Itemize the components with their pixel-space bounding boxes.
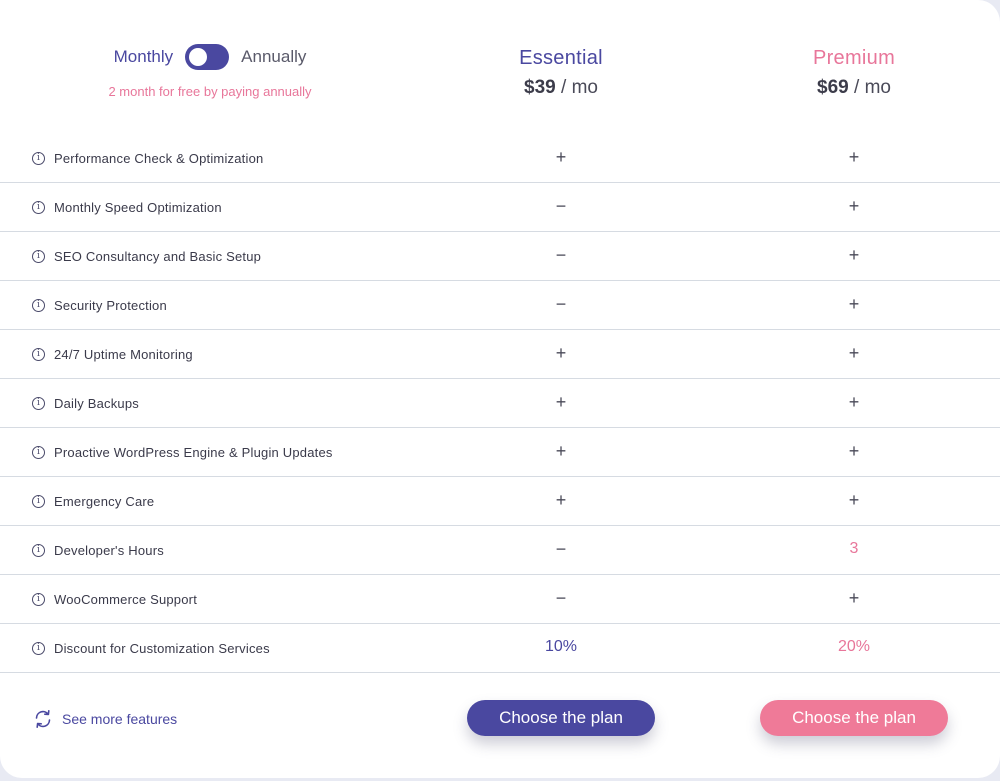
billing-toggle[interactable] xyxy=(185,44,230,70)
premium-value: + xyxy=(848,490,860,510)
price-amount: $69 xyxy=(817,77,849,98)
feature-label: Proactive WordPress Engine & Plugin Upda… xyxy=(54,445,333,460)
feature-label: Developer's Hours xyxy=(54,543,164,558)
plan-name: Premium xyxy=(812,47,896,69)
info-icon[interactable]: i xyxy=(32,446,45,459)
table-row: i Proactive WordPress Engine & Plugin Up… xyxy=(0,428,1000,477)
essential-value: + xyxy=(555,490,567,510)
see-more-features-link[interactable]: See more features xyxy=(33,709,177,729)
refresh-icon xyxy=(33,709,53,729)
essential-value: 10% xyxy=(544,638,578,655)
choose-essential-button[interactable]: Choose the plan xyxy=(467,700,655,736)
premium-value: + xyxy=(848,294,860,314)
plan-header-premium: Premium $69 / mo xyxy=(744,47,964,99)
plan-name: Essential xyxy=(519,47,603,69)
info-icon[interactable]: i xyxy=(32,495,45,508)
table-row: i Performance Check & Optimization + + xyxy=(0,134,1000,183)
table-row: i Discount for Customization Services 10… xyxy=(0,624,1000,673)
toggle-knob xyxy=(189,48,208,66)
billing-toggle-row: Monthly Annually xyxy=(80,44,340,70)
see-more-label: See more features xyxy=(62,711,178,727)
feature-label: Emergency Care xyxy=(54,494,155,509)
feature-label: Performance Check & Optimization xyxy=(54,151,264,166)
pricing-card: Monthly Annually 2 month for free by pay… xyxy=(0,0,1000,778)
feature-label: Monthly Speed Optimization xyxy=(54,200,222,215)
plan-price: $69 / mo xyxy=(744,77,964,99)
essential-value: − xyxy=(555,588,567,608)
feature-table: i Performance Check & Optimization + + i… xyxy=(0,134,1000,673)
table-row: i SEO Consultancy and Basic Setup − + xyxy=(0,232,1000,281)
feature-label: Daily Backups xyxy=(54,396,139,411)
price-amount: $39 xyxy=(524,77,556,98)
table-row: i 24/7 Uptime Monitoring + + xyxy=(0,330,1000,379)
monthly-label[interactable]: Monthly xyxy=(114,47,174,67)
info-icon[interactable]: i xyxy=(32,544,45,557)
info-icon[interactable]: i xyxy=(32,348,45,361)
info-icon[interactable]: i xyxy=(32,250,45,263)
premium-value: + xyxy=(848,392,860,412)
table-row: i Monthly Speed Optimization − + xyxy=(0,183,1000,232)
plan-header-essential: Essential $39 / mo xyxy=(451,47,671,99)
essential-value: − xyxy=(555,539,567,559)
choose-premium-button[interactable]: Choose the plan xyxy=(760,700,948,736)
premium-value: + xyxy=(848,588,860,608)
annually-label[interactable]: Annually xyxy=(241,47,306,67)
table-row: i Daily Backups + + xyxy=(0,379,1000,428)
table-row: i WooCommerce Support − + xyxy=(0,575,1000,624)
essential-value: − xyxy=(555,196,567,216)
table-row: i Emergency Care + + xyxy=(0,477,1000,526)
essential-value: + xyxy=(555,147,567,167)
table-row: i Security Protection − + xyxy=(0,281,1000,330)
info-icon[interactable]: i xyxy=(32,201,45,214)
essential-value: + xyxy=(555,343,567,363)
premium-value: + xyxy=(848,147,860,167)
info-icon[interactable]: i xyxy=(32,152,45,165)
plan-price: $39 / mo xyxy=(451,77,671,99)
price-period: / mo xyxy=(555,77,598,98)
info-icon[interactable]: i xyxy=(32,299,45,312)
premium-value: 20% xyxy=(837,638,871,655)
info-icon[interactable]: i xyxy=(32,397,45,410)
premium-value: + xyxy=(848,343,860,363)
essential-value: − xyxy=(555,294,567,314)
feature-label: Security Protection xyxy=(54,298,167,313)
premium-value: 3 xyxy=(849,540,859,557)
feature-label: SEO Consultancy and Basic Setup xyxy=(54,249,262,264)
info-icon[interactable]: i xyxy=(32,642,45,655)
essential-value: + xyxy=(555,392,567,412)
info-icon[interactable]: i xyxy=(32,593,45,606)
table-row: i Developer's Hours − 3 xyxy=(0,526,1000,575)
premium-value: + xyxy=(848,245,860,265)
price-period: / mo xyxy=(848,77,891,98)
feature-label: Discount for Customization Services xyxy=(54,641,270,656)
premium-value: + xyxy=(848,196,860,216)
premium-value: + xyxy=(848,441,860,461)
feature-label: WooCommerce Support xyxy=(54,592,198,607)
feature-label: 24/7 Uptime Monitoring xyxy=(54,347,193,362)
essential-value: − xyxy=(555,245,567,265)
annual-promo-text: 2 month for free by paying annually xyxy=(108,84,312,99)
essential-value: + xyxy=(555,441,567,461)
billing-period-switch: Monthly Annually 2 month for free by pay… xyxy=(80,44,340,99)
